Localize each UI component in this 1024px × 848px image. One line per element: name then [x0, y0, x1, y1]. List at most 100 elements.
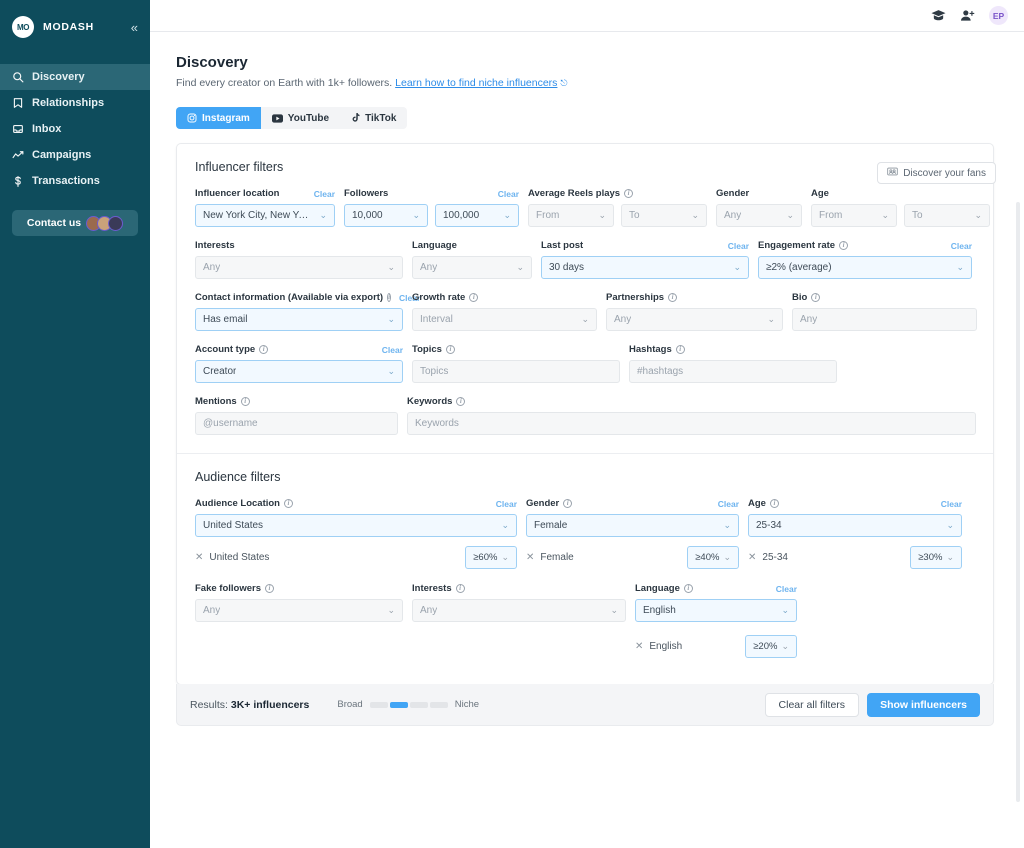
clear-link[interactable]: Clear [933, 499, 962, 509]
filter-language: Language Any ⌄ [412, 239, 532, 279]
filters-panel: Influencer filters Influencer location C… [176, 143, 994, 685]
info-icon[interactable]: i [469, 293, 478, 302]
age-to-select[interactable]: To ⌄ [904, 204, 990, 227]
slider-segment[interactable] [410, 702, 428, 708]
gender-select[interactable]: Any ⌄ [716, 204, 802, 227]
filter-audience-language: Language i Clear English ⌄ [635, 582, 797, 658]
language-percentage-select[interactable]: ≥20% ⌄ [745, 635, 797, 658]
info-icon[interactable]: i [265, 584, 274, 593]
graduation-cap-icon[interactable] [931, 9, 946, 22]
broad-niche-slider[interactable]: Broad Niche [337, 699, 479, 710]
page-scrollbar[interactable] [1016, 202, 1020, 802]
slider-segment[interactable] [430, 702, 448, 708]
info-icon[interactable]: i [456, 584, 465, 593]
reels-from-select[interactable]: From ⌄ [528, 204, 614, 227]
filter-topics: Topics i Topics [412, 343, 620, 383]
last-post-select[interactable]: 30 days ⌄ [541, 256, 749, 279]
clear-link[interactable]: Clear [374, 345, 403, 355]
clear-link[interactable]: Clear [720, 241, 749, 251]
info-icon[interactable]: i [241, 397, 250, 406]
audience-location-select[interactable]: United States ⌄ [195, 514, 517, 537]
tab-tiktok[interactable]: TikTok [340, 107, 407, 129]
filter-mentions: Mentions i @username [195, 395, 398, 435]
add-user-icon[interactable] [960, 9, 975, 22]
clear-all-filters-button[interactable]: Clear all filters [765, 693, 860, 717]
info-icon[interactable]: i [624, 189, 633, 198]
clear-link[interactable]: Clear [943, 241, 972, 251]
slider-segment[interactable] [370, 702, 388, 708]
field-label: Mentions i [195, 395, 398, 408]
remove-chip-icon[interactable]: ✕ [195, 552, 203, 563]
clear-link[interactable]: Clear [306, 189, 335, 199]
influencer-location-select[interactable]: New York City, New York, U... ⌄ [195, 204, 335, 227]
remove-chip-icon[interactable]: ✕ [526, 552, 534, 563]
slider-segment-active[interactable] [390, 702, 408, 708]
hashtags-input[interactable]: #hashtags [629, 360, 837, 383]
info-icon[interactable]: i [676, 345, 685, 354]
reels-to-select[interactable]: To ⌄ [621, 204, 707, 227]
followers-from-select[interactable]: 10,000 ⌄ [344, 204, 428, 227]
page-content: Discovery Find every creator on Earth wi… [150, 32, 1024, 848]
age-percentage-select[interactable]: ≥30% ⌄ [910, 546, 962, 569]
slider-track[interactable] [370, 702, 448, 708]
contact-information-select[interactable]: Has email ⌄ [195, 308, 403, 331]
clear-link[interactable]: Clear [710, 499, 739, 509]
sidebar-item-relationships[interactable]: Relationships [0, 90, 150, 116]
info-icon[interactable]: i [770, 499, 779, 508]
gender-percentage-select[interactable]: ≥40% ⌄ [687, 546, 739, 569]
sidebar-item-transactions[interactable]: Transactions [0, 168, 150, 194]
engagement-rate-select[interactable]: ≥2% (average) ⌄ [758, 256, 972, 279]
tab-instagram[interactable]: Instagram [176, 107, 261, 129]
discover-your-fans-button[interactable]: Discover your fans [877, 162, 996, 184]
growth-rate-select[interactable]: Interval ⌄ [412, 308, 597, 331]
sidebar-item-inbox[interactable]: Inbox [0, 116, 150, 142]
language-select[interactable]: Any ⌄ [412, 256, 532, 279]
chevron-down-icon: ⌄ [406, 211, 420, 220]
info-icon[interactable]: i [684, 584, 693, 593]
contact-us-button[interactable]: Contact us [12, 210, 138, 236]
user-avatar[interactable]: EP [989, 6, 1008, 25]
info-icon[interactable]: i [563, 499, 572, 508]
topics-input[interactable]: Topics [412, 360, 620, 383]
footer-actions: Clear all filters Show influencers [765, 693, 980, 717]
sidebar-item-campaigns[interactable]: Campaigns [0, 142, 150, 168]
field-label: Audience Location i Clear [195, 497, 517, 510]
keywords-input[interactable]: Keywords [407, 412, 976, 435]
info-icon[interactable]: i [811, 293, 820, 302]
interests-select[interactable]: Any ⌄ [195, 256, 403, 279]
sidebar-item-discovery[interactable]: Discovery [0, 64, 150, 90]
remove-chip-icon[interactable]: ✕ [748, 552, 756, 563]
sidebar-nav: Discovery Relationships Inbox [0, 64, 150, 194]
brand-name: MODASH [43, 21, 94, 33]
age-from-select[interactable]: From ⌄ [811, 204, 897, 227]
clear-link[interactable]: Clear [490, 189, 519, 199]
info-icon[interactable]: i [284, 499, 293, 508]
clear-link[interactable]: Clear [768, 584, 797, 594]
info-icon[interactable]: i [839, 241, 848, 250]
account-type-select[interactable]: Creator ⌄ [195, 360, 403, 383]
subtitle-text: Find every creator on Earth with 1k+ fol… [176, 77, 392, 89]
show-influencers-button[interactable]: Show influencers [867, 693, 980, 717]
info-icon[interactable]: i [259, 345, 268, 354]
remove-chip-icon[interactable]: ✕ [635, 641, 643, 652]
mentions-input[interactable]: @username [195, 412, 398, 435]
audience-gender-select[interactable]: Female ⌄ [526, 514, 739, 537]
info-icon[interactable]: i [446, 345, 455, 354]
followers-to-select[interactable]: 100,000 ⌄ [435, 204, 519, 227]
clear-link[interactable]: Clear [488, 499, 517, 509]
audience-language-select[interactable]: English ⌄ [635, 599, 797, 622]
location-percentage-select[interactable]: ≥60% ⌄ [465, 546, 517, 569]
tab-youtube[interactable]: YouTube [261, 107, 340, 129]
chevron-down-icon: ⌄ [501, 553, 509, 562]
collapse-sidebar-icon[interactable]: « [131, 21, 138, 34]
niche-influencers-link[interactable]: Learn how to find niche influencers [395, 77, 557, 89]
field-label: Hashtags i [629, 343, 837, 356]
partnerships-select[interactable]: Any ⌄ [606, 308, 783, 331]
info-icon[interactable]: i [668, 293, 677, 302]
audience-interests-select[interactable]: Any ⌄ [412, 599, 626, 622]
info-icon[interactable]: i [456, 397, 465, 406]
bio-input[interactable]: Any [792, 308, 977, 331]
audience-age-select[interactable]: 25-34 ⌄ [748, 514, 962, 537]
audience-age-chips: ✕ 25-34 ≥30% ⌄ [748, 546, 962, 569]
fake-followers-select[interactable]: Any ⌄ [195, 599, 403, 622]
